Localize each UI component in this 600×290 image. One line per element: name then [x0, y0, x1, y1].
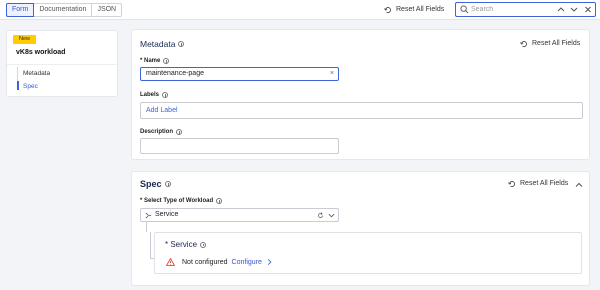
- metadata-reset-label: Reset All Fields: [532, 40, 581, 47]
- reset-all-fields-button[interactable]: Reset All Fields: [384, 4, 444, 16]
- spec-title: Spec: [140, 179, 171, 189]
- info-icon[interactable]: [176, 129, 183, 135]
- warning-icon: [166, 258, 175, 266]
- name-field[interactable]: maintenance-page ×: [140, 67, 339, 81]
- metadata-title-text: Metadata: [140, 39, 176, 49]
- tree-connector: [150, 232, 151, 258]
- service-title-text: * Service: [165, 240, 198, 249]
- chevron-up-icon[interactable]: [575, 181, 583, 189]
- sidebar-active-marker: [17, 81, 19, 90]
- tab-json[interactable]: JSON: [92, 4, 121, 16]
- configure-link[interactable]: Configure: [232, 259, 262, 266]
- metadata-reset-button[interactable]: Reset All Fields: [520, 39, 580, 49]
- labels-label-text: Labels: [140, 92, 160, 98]
- refresh-icon[interactable]: [317, 212, 324, 219]
- reset-icon: [520, 41, 527, 47]
- spec-title-text: Spec: [140, 179, 162, 189]
- workload-type-label-text: * Select Type of Workload: [140, 198, 214, 204]
- description-label-text: Description: [140, 129, 174, 135]
- info-icon[interactable]: [163, 58, 170, 64]
- info-icon[interactable]: [200, 241, 207, 248]
- new-badge: New: [13, 35, 37, 44]
- name-field-value: maintenance-page: [146, 70, 204, 77]
- spec-reset-label: Reset All Fields: [520, 180, 569, 187]
- sidebar-item-spec[interactable]: Spec: [23, 83, 38, 90]
- tab-form[interactable]: Form: [6, 3, 35, 17]
- workload-type-label: * Select Type of Workload: [140, 198, 223, 204]
- form-sidebar: New vK8s workload Metadata Spec: [6, 30, 119, 97]
- chevron-down-icon[interactable]: [328, 212, 335, 219]
- service-title: * Service: [165, 240, 207, 249]
- metadata-section: Metadata Reset All Fields * Name mainten…: [131, 29, 590, 160]
- view-tabs: Form Documentation JSON: [6, 3, 123, 17]
- close-icon[interactable]: [584, 5, 592, 14]
- description-label: Description: [140, 129, 183, 135]
- search-box: [455, 2, 596, 17]
- search-input[interactable]: [471, 4, 541, 15]
- add-label-placeholder: Add Label: [146, 107, 178, 114]
- add-label-input[interactable]: Add Label: [140, 102, 583, 119]
- service-icon: [145, 212, 152, 219]
- reset-icon: [384, 7, 391, 13]
- name-label-text: * Name: [140, 58, 161, 64]
- chevron-down-icon[interactable]: [570, 5, 578, 14]
- info-icon[interactable]: [216, 198, 223, 204]
- info-icon[interactable]: [162, 92, 169, 98]
- name-label: * Name: [140, 58, 170, 64]
- reset-all-fields-label: Reset All Fields: [396, 6, 445, 13]
- reset-icon: [508, 181, 515, 187]
- description-field[interactable]: [140, 138, 339, 154]
- sidebar-item-metadata[interactable]: Metadata: [23, 70, 50, 77]
- spec-reset-button[interactable]: Reset All Fields: [508, 179, 568, 189]
- service-section: * Service Not configured Configure: [154, 232, 582, 274]
- sidebar-divider: [7, 64, 119, 65]
- spec-section: Spec Reset All Fields * Select Type of W…: [131, 171, 590, 286]
- info-icon[interactable]: [178, 41, 185, 47]
- search-icon: [460, 5, 469, 14]
- labels-label: Labels: [140, 92, 169, 98]
- clear-icon[interactable]: ×: [330, 68, 334, 80]
- service-status: Not configured Configure: [166, 258, 273, 266]
- info-icon[interactable]: [164, 181, 171, 187]
- tree-connector: [146, 222, 147, 232]
- sidebar-title: vK8s workload: [16, 49, 66, 56]
- metadata-title: Metadata: [140, 39, 185, 49]
- chevron-right-icon[interactable]: [266, 258, 273, 266]
- top-toolbar: Form Documentation JSON Reset All Fields: [0, 0, 600, 20]
- service-status-text: Not configured: [182, 258, 228, 266]
- workload-type-value: Service: [155, 211, 179, 218]
- workload-type-select[interactable]: Service: [140, 208, 339, 222]
- chevron-up-icon[interactable]: [557, 5, 565, 14]
- tab-documentation[interactable]: Documentation: [34, 4, 93, 16]
